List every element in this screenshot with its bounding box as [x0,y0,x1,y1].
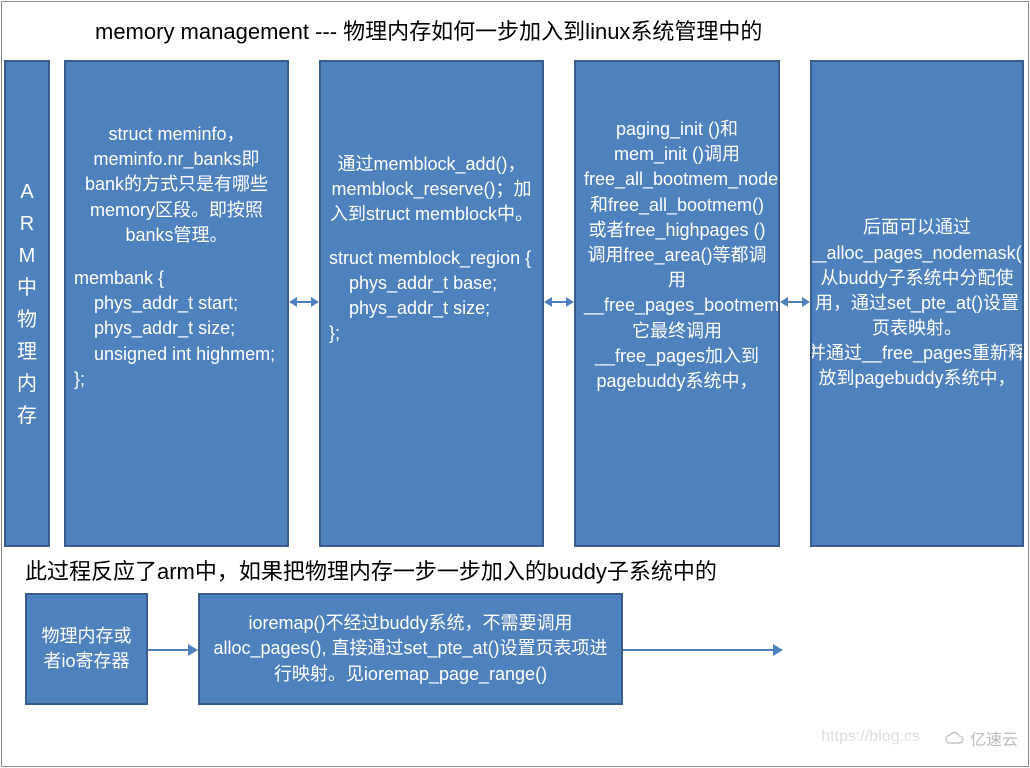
arrow-bidir-2 [544,290,574,314]
box-phys-io-text: 物理内存或者io寄存器 [35,624,138,674]
watermark-url: https://blog.cs [821,728,920,746]
diagram-title: memory management --- 物理内存如何一步加入到linux系统… [95,14,762,46]
box-meminfo: struct meminfo，meminfo.nr_banks即bank的方式只… [64,60,289,547]
sidebar-text: ARM中物理内存 [6,62,48,545]
box-phys-io: 物理内存或者io寄存器 [25,593,148,705]
arrow-bidir-3 [780,290,810,314]
box-meminfo-text: struct meminfo，meminfo.nr_banks即bank的方式只… [74,122,279,248]
arrow-right-1 [148,638,198,662]
box-memblock-text: 通过memblock_add()，memblock_reserve()；加入到s… [329,152,534,228]
watermark-brand-text: 亿速云 [970,726,1018,750]
arrow-right-2 [623,638,783,662]
box-alloc-pages: 后面可以通过__alloc_pages_nodemask()从buddy子系统中… [810,60,1024,547]
cloud-icon [944,731,966,745]
box-memblock-code: struct memblock_region { phys_addr_t bas… [329,246,534,347]
box-paging-text: paging_init ()和mem_init ()调用free_all_boo… [584,117,770,394]
box-meminfo-code: membank { phys_addr_t start; phys_addr_t… [74,266,279,392]
box-alloc-text: 后面可以通过__alloc_pages_nodemask()从buddy子系统中… [810,215,1024,391]
box-ioremap-text: ioremap()不经过buddy系统，不需要调用alloc_pages(), … [208,611,613,687]
box-ioremap: ioremap()不经过buddy系统，不需要调用alloc_pages(), … [198,593,623,705]
sidebar-arm-label: ARM中物理内存 [4,60,50,547]
box-memblock: 通过memblock_add()，memblock_reserve()；加入到s… [319,60,544,547]
watermark-brand: 亿速云 [944,726,1018,750]
diagram-subtitle: 此过程反应了arm中，如果把物理内存一步一步加入的buddy子系统中的 [25,554,717,586]
arrow-bidir-1 [289,290,319,314]
box-paging-init: paging_init ()和mem_init ()调用free_all_boo… [574,60,780,547]
